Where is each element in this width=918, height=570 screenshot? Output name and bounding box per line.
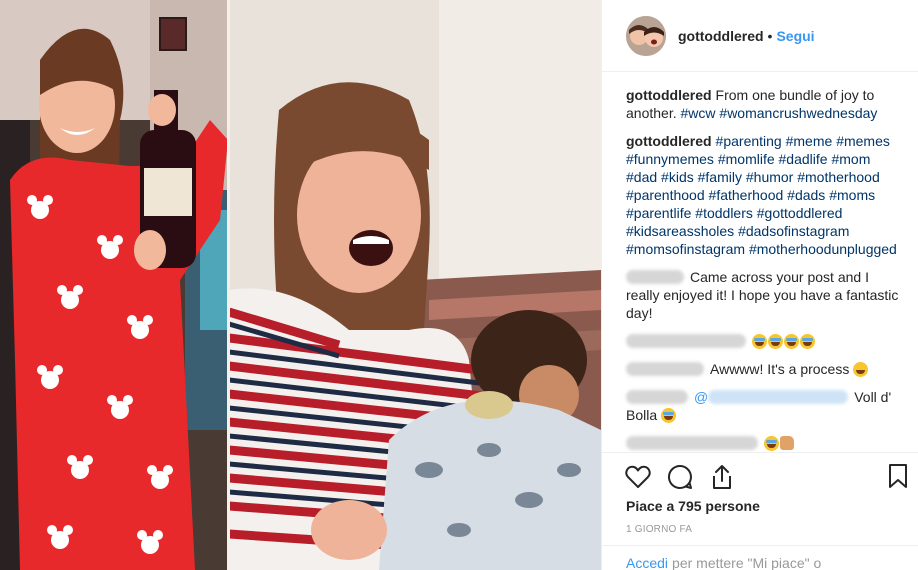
save-button[interactable] (887, 463, 915, 491)
hashtag[interactable]: #momlife (718, 151, 775, 167)
post-timestamp[interactable]: 1 giorno fa (626, 524, 692, 535)
hashtag[interactable]: #gottoddlered (757, 205, 843, 221)
login-link[interactable]: Accedi (626, 555, 668, 570)
post-side-panel: gottoddlered • Segui gottoddlered From on… (601, 0, 918, 570)
comment-icon (668, 464, 692, 489)
laughing-crying-emoji-icon (752, 334, 767, 349)
share-icon (713, 465, 731, 489)
photo-divider (227, 0, 230, 570)
laughing-crying-emoji-icon (784, 334, 799, 349)
hashtag[interactable]: #meme (786, 133, 833, 149)
blurred-mention[interactable] (708, 390, 849, 404)
caption-comment: gottoddlered From one bundle of joy to an… (626, 86, 903, 122)
laughing-crying-emoji-icon (800, 334, 815, 349)
comments-list: gottoddlered From one bundle of joy to an… (602, 86, 918, 462)
hashtag[interactable]: #dadsofinstagram (738, 223, 849, 239)
comment-item: @ Voll d' Bolla (626, 388, 903, 424)
mention-link[interactable]: @ (694, 389, 708, 405)
hashtag[interactable]: #parenting (716, 133, 782, 149)
hashtag[interactable]: #momsofinstagram (626, 241, 745, 257)
laughing-crying-emoji-icon (768, 334, 783, 349)
hashtag[interactable]: #dad (626, 169, 657, 185)
bookmark-icon (889, 464, 907, 488)
laughing-crying-emoji-icon (661, 408, 677, 423)
comment-item (626, 434, 903, 452)
hashtag[interactable]: #toddlers (695, 205, 753, 221)
share-button[interactable] (708, 463, 736, 491)
hashtag[interactable]: #kidsareassholes (626, 223, 734, 239)
likes-count[interactable]: Piace a 795 persone (626, 498, 760, 514)
comment-text: Awwww! It's a process (710, 361, 850, 377)
blurred-username[interactable] (626, 362, 704, 376)
like-button[interactable] (624, 463, 652, 491)
hashtag[interactable]: #dadlife (779, 151, 828, 167)
comment-button[interactable] (666, 463, 694, 491)
hashtag[interactable]: #parentlife (626, 205, 691, 221)
avatar[interactable] (626, 15, 666, 56)
comment-item (626, 332, 903, 350)
comment-username[interactable]: gottoddlered (626, 87, 712, 103)
thumbs-up-emoji-icon (780, 436, 794, 450)
blurred-username[interactable] (626, 436, 758, 450)
post-photo[interactable] (0, 0, 601, 570)
hashtag[interactable]: #motherhood (797, 169, 880, 185)
hashtag[interactable]: #funnymemes (626, 151, 714, 167)
hashtag[interactable]: #motherhoodunplugged (749, 241, 897, 257)
photo-right-panel (229, 0, 601, 570)
follow-button[interactable]: Segui (776, 28, 814, 44)
hashtag[interactable]: #humor (746, 169, 793, 185)
action-icons (624, 463, 736, 491)
hashtag[interactable]: #mom (831, 151, 870, 167)
hashtag[interactable]: #memes (836, 133, 890, 149)
photo-left-panel (0, 0, 229, 570)
avatar-image (626, 15, 666, 56)
post-header: gottoddlered • Segui (602, 0, 918, 72)
hashtag[interactable]: #fatherhood (709, 187, 784, 203)
woman-with-toddler-image (229, 0, 601, 570)
comment-item: Came across your post and I really enjoy… (626, 268, 903, 322)
instagram-post: gottoddlered • Segui gottoddlered From on… (0, 0, 918, 570)
hashtag[interactable]: #wcw (681, 105, 716, 121)
header-username[interactable]: gottoddlered (678, 28, 764, 44)
heart-icon (625, 465, 651, 488)
hashtag[interactable]: #womancrushwednesday (719, 105, 877, 121)
hashtag[interactable]: #family (698, 169, 742, 185)
blurred-username[interactable] (626, 334, 746, 348)
laughing-crying-emoji-icon (764, 436, 779, 451)
blurred-username[interactable] (626, 270, 684, 284)
blurred-username[interactable] (626, 390, 688, 404)
comment-item: Awwww! It's a process (626, 360, 903, 378)
login-prompt: Accedi per mettere "Mi piace" o (602, 545, 918, 570)
comment-username[interactable]: gottoddlered (626, 133, 712, 149)
login-prompt-text: per mettere "Mi piace" o (672, 555, 822, 570)
post-actions: Piace a 795 persone 1 giorno fa Accedi pe… (602, 452, 918, 570)
hashtags-comment: gottoddlered #parenting #meme #memes #fun… (626, 132, 903, 258)
woman-with-wine-image (0, 0, 229, 570)
header-separator: • (767, 27, 773, 44)
hashtag[interactable]: #moms (829, 187, 875, 203)
winking-kiss-emoji-icon (853, 362, 869, 377)
hashtag[interactable]: #dads (787, 187, 825, 203)
hashtag[interactable]: #parenthood (626, 187, 705, 203)
hashtag[interactable]: #kids (661, 169, 694, 185)
